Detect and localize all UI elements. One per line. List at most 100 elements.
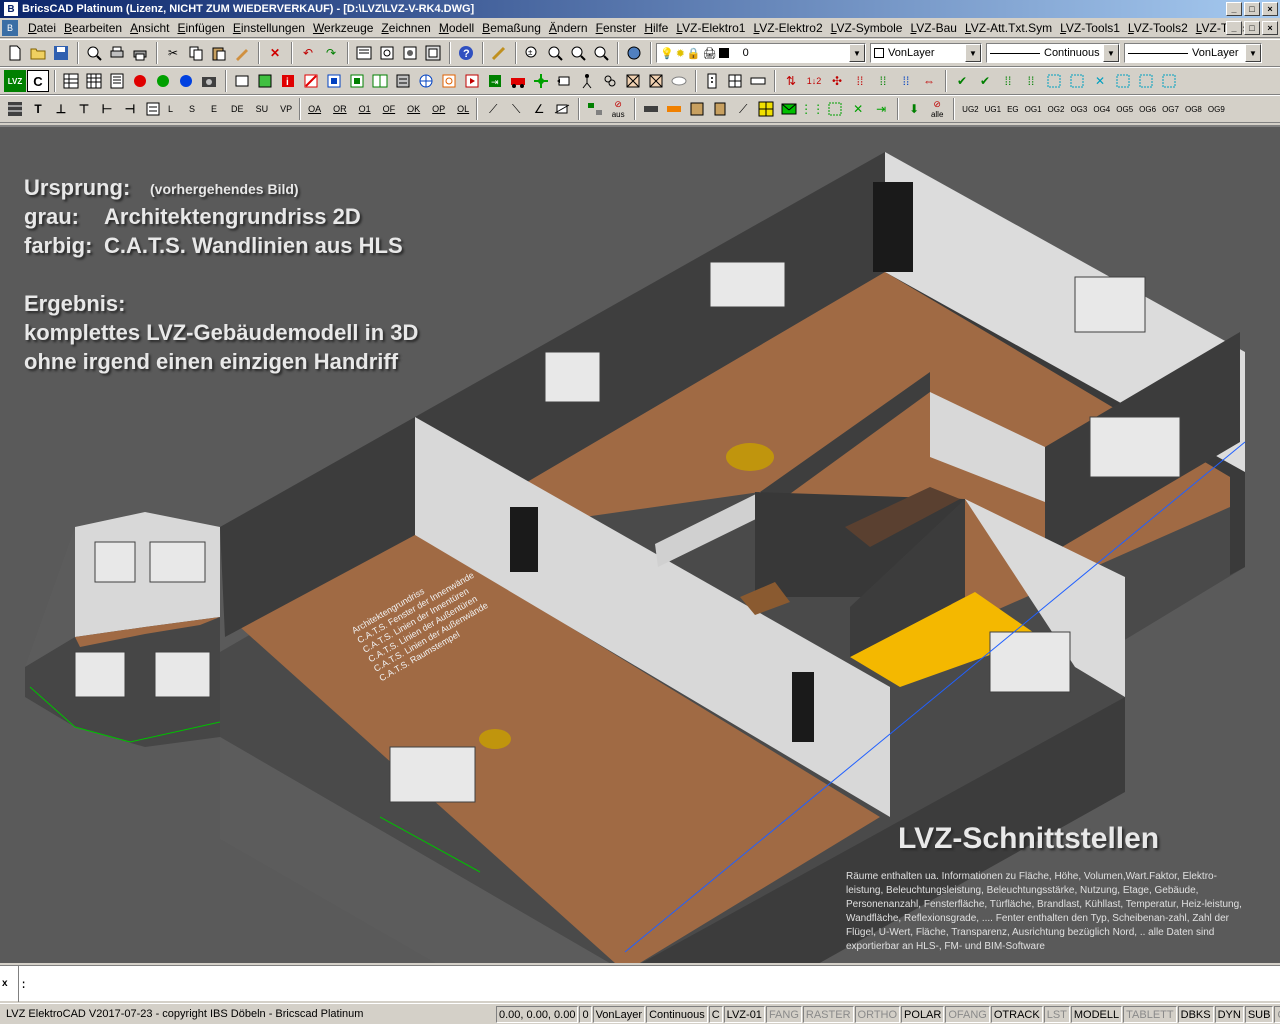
lineweight-combo[interactable]: VonLayer ▼ xyxy=(1124,43,1262,63)
menu-einfuegen[interactable]: Einfügen xyxy=(173,21,228,35)
green-circle-icon[interactable] xyxy=(152,70,174,92)
dots-grid-icon[interactable] xyxy=(701,70,723,92)
menu-bemassung[interactable]: Bemaßung xyxy=(478,21,545,35)
explorer-icon[interactable] xyxy=(399,42,421,64)
menu-lvz-tools2[interactable]: LVZ-Tools2 xyxy=(1124,21,1192,35)
t2-icon[interactable]: ⊥ xyxy=(50,98,72,120)
red-circle-icon[interactable] xyxy=(129,70,151,92)
t4-icon[interactable]: ⊢ xyxy=(96,98,118,120)
exit-green-icon[interactable]: ⇥ xyxy=(870,98,892,120)
orange-bar-icon[interactable] xyxy=(663,98,685,120)
oval-icon[interactable] xyxy=(668,70,690,92)
menu-aendern[interactable]: Ändern xyxy=(545,21,592,35)
print-icon[interactable] xyxy=(106,42,128,64)
grid-box-icon[interactable] xyxy=(724,70,746,92)
doc-close-button[interactable]: × xyxy=(1262,21,1278,35)
doc-maximize-button[interactable]: □ xyxy=(1244,21,1260,35)
frame-cyan4-icon[interactable] xyxy=(1135,70,1157,92)
status-cell-ofang[interactable]: OFANG xyxy=(945,1006,990,1023)
menu-fenster[interactable]: Fenster xyxy=(592,21,641,35)
arrow-box-icon[interactable] xyxy=(553,70,575,92)
green-envelope-icon[interactable] xyxy=(778,98,800,120)
open-folder-icon[interactable] xyxy=(27,42,49,64)
command-prompt[interactable]: : xyxy=(20,978,27,992)
frame-cyan3-icon[interactable] xyxy=(1112,70,1134,92)
copy-icon[interactable] xyxy=(185,42,207,64)
og8-button[interactable]: OG8 xyxy=(1182,105,1205,114)
status-cell-raster[interactable]: RASTER xyxy=(802,1006,854,1023)
exit-icon[interactable]: ⇥ xyxy=(484,70,506,92)
status-cell-modell[interactable]: MODELL xyxy=(1070,1006,1123,1023)
document-icon[interactable]: B xyxy=(2,19,18,36)
pen-icon[interactable] xyxy=(488,42,510,64)
menu-bearbeiten[interactable]: Bearbeiten xyxy=(60,21,126,35)
list-icon[interactable] xyxy=(106,70,128,92)
dots-green3-icon[interactable]: ⁞⁞ xyxy=(1020,70,1042,92)
check-green2-icon[interactable]: ✔ xyxy=(974,70,996,92)
x-cyan-icon[interactable]: ✕ xyxy=(1089,70,1111,92)
og2-button[interactable]: OG2 xyxy=(1045,105,1068,114)
op-button[interactable]: OP xyxy=(429,104,448,114)
og1-button[interactable]: OG1 xyxy=(1022,105,1045,114)
plot-icon[interactable] xyxy=(129,42,151,64)
properties-icon[interactable] xyxy=(353,42,375,64)
linetype-combo[interactable]: Continuous ▼ xyxy=(986,43,1120,63)
status-cell-continuous[interactable]: Continuous xyxy=(646,1006,708,1023)
orange-target-icon[interactable] xyxy=(438,70,460,92)
color-combo[interactable]: VonLayer ▼ xyxy=(870,43,982,63)
cross-box-icon[interactable] xyxy=(622,70,644,92)
down-arrow-icon[interactable]: ⬇ xyxy=(903,98,925,120)
redo-icon[interactable]: ↷ xyxy=(320,42,342,64)
globe-icon[interactable] xyxy=(415,70,437,92)
chevron-down-icon[interactable]: ▼ xyxy=(1103,44,1119,62)
bar-box-icon[interactable] xyxy=(747,70,769,92)
status-cell-fang[interactable]: FANG xyxy=(765,1006,802,1023)
zoom-extents-icon[interactable] xyxy=(590,42,612,64)
og6-button[interactable]: OG6 xyxy=(1136,105,1159,114)
pipe-icon[interactable]: ⟍ xyxy=(505,98,527,120)
t3-icon[interactable]: ⊤ xyxy=(73,98,95,120)
slash-icon[interactable]: ⟋ xyxy=(482,98,504,120)
menu-zeichnen[interactable]: Zeichnen xyxy=(377,21,434,35)
vp-button[interactable]: VP xyxy=(277,104,295,114)
status-cell-tablett[interactable]: TABLETT xyxy=(1123,1006,1177,1023)
zoom-realtime-icon[interactable]: ± xyxy=(521,42,543,64)
rectangle-icon[interactable] xyxy=(231,70,253,92)
frame-cyan5-icon[interactable] xyxy=(1158,70,1180,92)
menu-werkzeuge[interactable]: Werkzeuge xyxy=(309,21,377,35)
arrows-in-icon[interactable]: ✣ xyxy=(826,70,848,92)
green-box-icon[interactable] xyxy=(346,70,368,92)
frame-cyan2-icon[interactable] xyxy=(1066,70,1088,92)
status-cell-quad[interactable]: QUAD xyxy=(1274,1006,1280,1023)
chevron-down-icon[interactable]: ▼ xyxy=(1245,44,1261,62)
drawing-viewport[interactable]: Ursprung: (vorhergehendes Bild) grau: Ar… xyxy=(0,125,1280,963)
check-green-icon[interactable]: ✔ xyxy=(951,70,973,92)
blue-box-icon[interactable] xyxy=(323,70,345,92)
c-button[interactable]: C xyxy=(27,70,49,92)
cut-icon[interactable]: ✂ xyxy=(162,42,184,64)
menu-lvz-bau[interactable]: LVZ-Bau xyxy=(906,21,960,35)
yellow-grid-icon[interactable] xyxy=(755,98,777,120)
dots-red-icon[interactable]: ⁞⁞ xyxy=(849,70,871,92)
wall-table-icon[interactable] xyxy=(4,98,26,120)
play-box-icon[interactable] xyxy=(461,70,483,92)
alle-button[interactable]: ⊘ alle xyxy=(926,98,948,120)
status-cell-otrack[interactable]: OTRACK xyxy=(990,1006,1043,1023)
layer-combo[interactable]: 💡 ✹ 🔒 🖨 0 ▼ xyxy=(656,43,866,63)
frame-cyan-icon[interactable] xyxy=(1043,70,1065,92)
ug2-button[interactable]: UG2 xyxy=(959,105,981,114)
x-green-icon[interactable]: ✕ xyxy=(847,98,869,120)
green-frame-icon[interactable] xyxy=(824,98,846,120)
l-button[interactable]: L xyxy=(165,104,176,114)
eg-button[interactable]: EG xyxy=(1004,105,1022,114)
box-arrow-icon[interactable] xyxy=(551,98,573,120)
menu-lvz-elektro1[interactable]: LVZ-Elektro1 xyxy=(672,21,749,35)
ug1-button[interactable]: UG1 xyxy=(982,105,1004,114)
dots-green2-icon[interactable]: ⁞⁞ xyxy=(997,70,1019,92)
match-properties-icon[interactable] xyxy=(231,42,253,64)
status-cell-lst[interactable]: LST xyxy=(1043,1006,1070,1023)
link-icon[interactable] xyxy=(599,70,621,92)
dark-bar-icon[interactable] xyxy=(640,98,662,120)
t5-icon[interactable]: ⊣ xyxy=(119,98,141,120)
lvz-button[interactable]: LVZ xyxy=(4,70,26,92)
